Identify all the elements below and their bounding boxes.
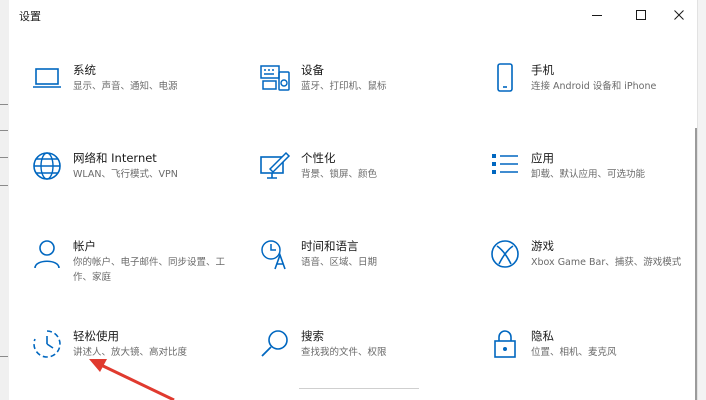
tile-name: 帐户 [73, 239, 96, 253]
tile-gaming[interactable]: 游戏 Xbox Game Bar、捕获、游戏模式 [489, 238, 689, 298]
tile-phone[interactable]: 手机 连接 Android 设备和 iPhone [489, 62, 689, 122]
globe-icon [33, 152, 61, 180]
minimize-icon [592, 15, 602, 16]
tile-name: 个性化 [301, 151, 336, 165]
keyboard-printer-icon [260, 65, 290, 91]
tile-name: 轻松使用 [73, 329, 119, 343]
tile-name: 应用 [531, 151, 554, 165]
minimize-button[interactable] [579, 0, 615, 30]
tile-privacy[interactable]: 隐私 位置、相机、麦克风 [489, 328, 689, 388]
time-language-icon [261, 240, 286, 270]
tile-apps[interactable]: 应用 卸载、默认应用、可选功能 [489, 150, 689, 210]
annotation-arrow [89, 359, 175, 400]
close-button[interactable] [661, 0, 697, 30]
tile-description: 背景、锁屏、颜色 [301, 169, 378, 180]
search-icon [261, 330, 288, 357]
title-bar: 设置 [9, 0, 697, 30]
tile-description: 语音、区域、日期 [301, 257, 378, 268]
tile-description: 连接 Android 设备和 iPhone [531, 81, 657, 92]
tile-name: 时间和语言 [301, 239, 359, 253]
edge-mark [0, 104, 8, 105]
maximize-button[interactable] [623, 0, 659, 30]
tile-devices[interactable]: 设备 蓝牙、打印机、鼠标 [259, 62, 459, 122]
maximize-icon [636, 10, 646, 20]
tile-description: WLAN、飞行模式、VPN [73, 169, 178, 180]
tile-name: 手机 [531, 63, 554, 77]
tile-name: 游戏 [531, 239, 554, 253]
lock-icon [494, 330, 516, 358]
close-icon [674, 10, 684, 20]
edge-mark [0, 130, 8, 131]
tile-personalization[interactable]: 个性化 背景、锁屏、颜色 [259, 150, 459, 210]
tile-network[interactable]: 网络和 Internet WLAN、飞行模式、VPN [31, 150, 231, 210]
ease-of-access-icon [33, 330, 61, 358]
window-title: 设置 [19, 10, 41, 23]
tile-description: 蓝牙、打印机、鼠标 [301, 81, 387, 92]
tile-description: 卸载、默认应用、可选功能 [531, 169, 646, 180]
tile-name: 设备 [301, 63, 324, 77]
tile-time-language[interactable]: 时间和语言 语音、区域、日期 [259, 238, 459, 298]
paint-monitor-icon [260, 151, 291, 179]
next-row-divider [299, 388, 419, 389]
list-apps-icon [492, 154, 518, 174]
xbox-icon [491, 240, 519, 268]
tile-name: 系统 [73, 63, 96, 77]
tile-system[interactable]: 系统 显示、声音、通知、电源 [31, 62, 231, 122]
tile-name: 搜索 [301, 329, 324, 343]
person-icon [34, 240, 60, 269]
phone-icon [497, 63, 513, 92]
tile-name: 网络和 Internet [73, 151, 157, 165]
tile-description: 你的帐户、电子邮件、同步设置、工作、家庭 [73, 257, 226, 283]
background-window-edge [697, 0, 706, 400]
tile-accounts[interactable]: 帐户 你的帐户、电子邮件、同步设置、工作、家庭 [31, 238, 231, 298]
tile-name: 隐私 [531, 329, 554, 343]
tile-search[interactable]: 搜索 查找我的文件、权限 [259, 328, 459, 388]
tile-description: 显示、声音、通知、电源 [73, 81, 178, 92]
settings-window: 设置 系统 显示、声音、通知、电源 设备 蓝牙、打印机、鼠标 手机 连接 And… [9, 0, 697, 400]
edge-mark [0, 157, 8, 158]
edge-mark [0, 185, 8, 186]
tile-description: Xbox Game Bar、捕获、游戏模式 [531, 257, 682, 268]
tile-description: 位置、相机、麦克风 [531, 347, 617, 358]
tile-description: 查找我的文件、权限 [301, 347, 387, 358]
edge-mark [0, 356, 8, 357]
laptop-icon [33, 68, 61, 88]
